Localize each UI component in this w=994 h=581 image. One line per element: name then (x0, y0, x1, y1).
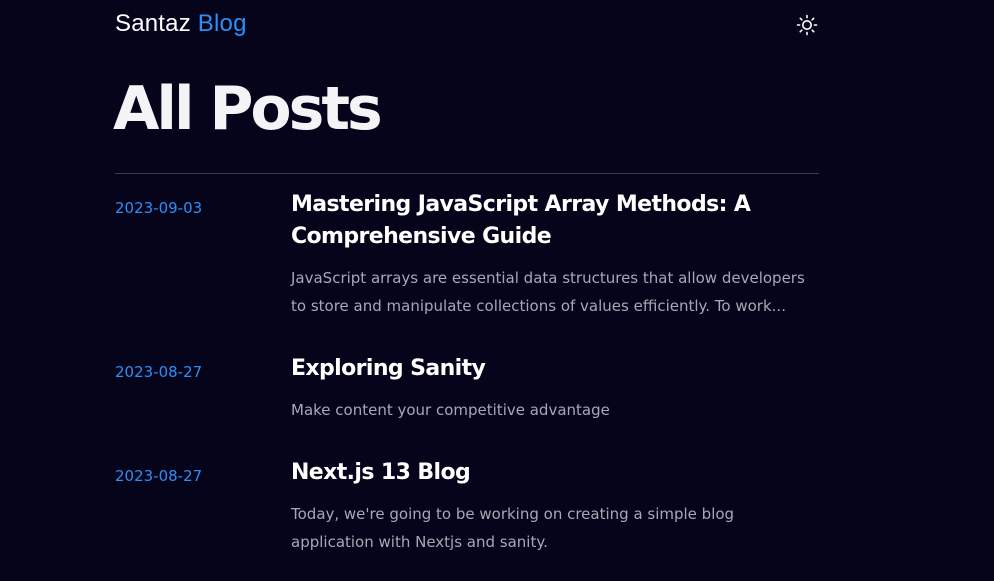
post-body: Next.js 13 Blog Today, we're going to be… (291, 457, 821, 556)
site-logo-link[interactable]: Santaz Blog (115, 10, 247, 38)
post-body: Mastering JavaScript Array Methods: A Co… (291, 189, 821, 320)
post-excerpt: Make content your competitive advantage (291, 401, 610, 419)
post-title-link[interactable]: Next.js 13 Blog (291, 457, 821, 489)
page: Santaz Blog All Posts 2023-09-03 Masteri… (0, 0, 994, 581)
site-header: Santaz Blog (115, 8, 819, 42)
post-date: 2023-09-03 (115, 199, 203, 217)
post-title-link[interactable]: Mastering JavaScript Array Methods: A Co… (291, 189, 821, 253)
sun-icon[interactable] (795, 13, 819, 37)
post-body: Exploring Sanity Make content your compe… (291, 353, 821, 424)
page-title: All Posts (113, 74, 383, 144)
post-excerpt: Today, we're going to be working on crea… (291, 505, 735, 551)
post-date: 2023-08-27 (115, 467, 203, 485)
post-title-link[interactable]: Exploring Sanity (291, 353, 821, 385)
brand-accent: Blog (197, 10, 247, 37)
post-excerpt: JavaScript arrays are essential data str… (291, 269, 805, 315)
title-divider (115, 173, 819, 174)
post-date: 2023-08-27 (115, 363, 203, 381)
brand-name: Santaz (115, 10, 191, 37)
